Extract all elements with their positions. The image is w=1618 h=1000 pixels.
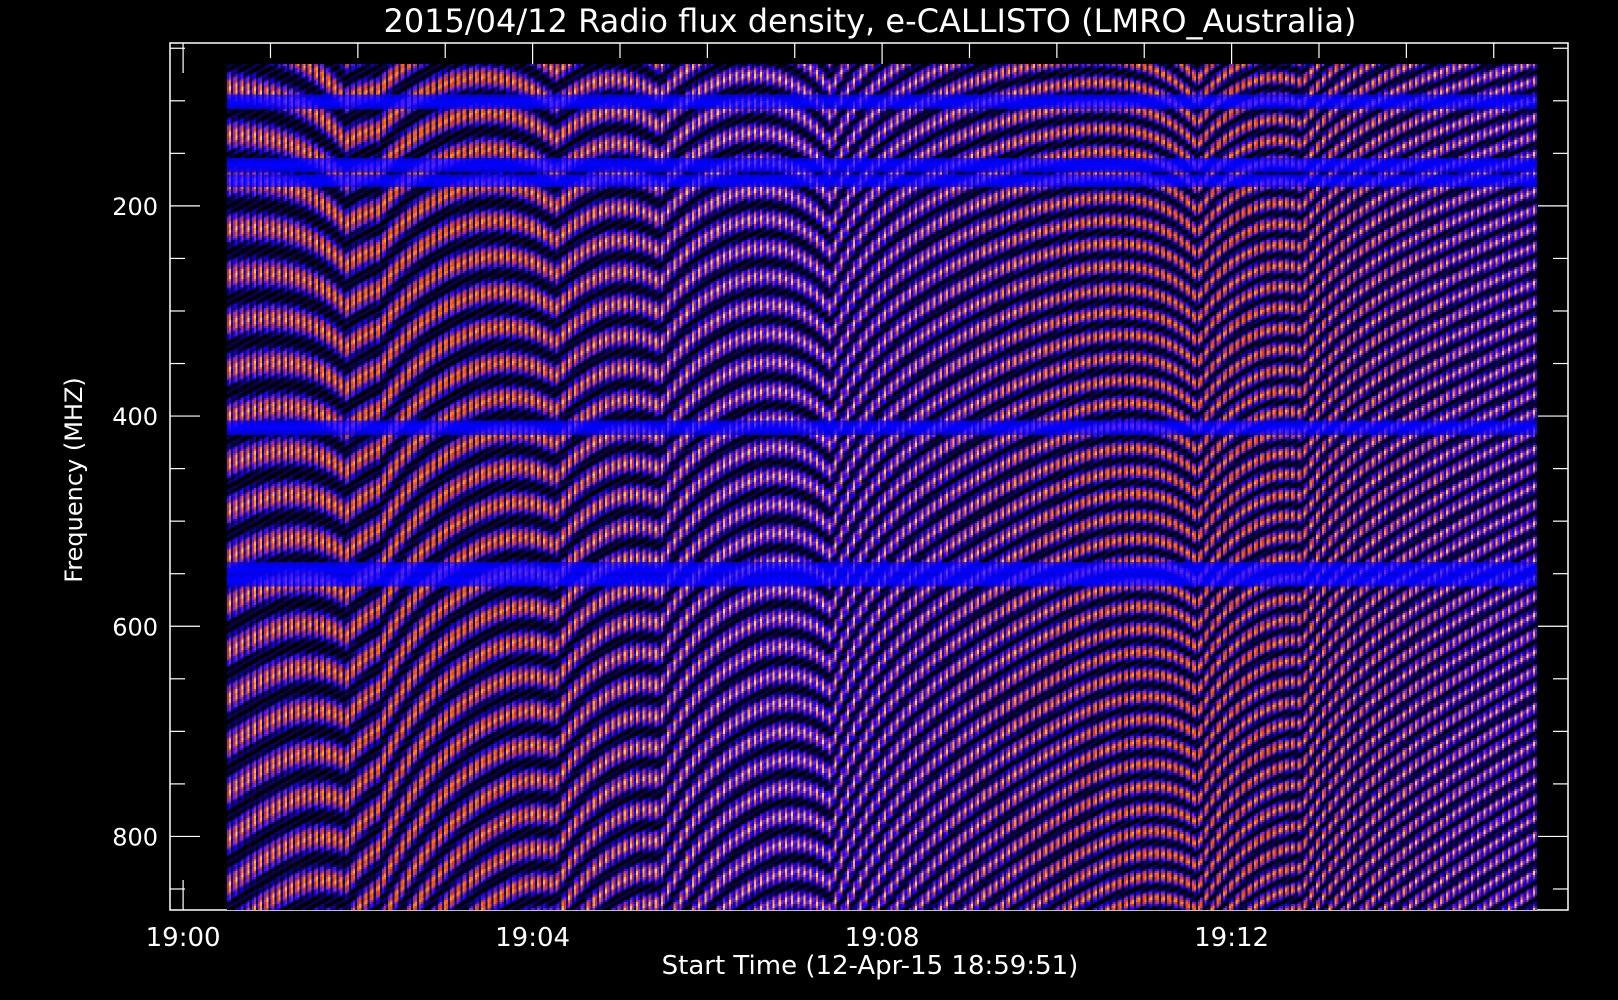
x-tick-label: 19:08 (845, 923, 920, 953)
x-axis-label: Start Time (12-Apr-15 18:59:51) (662, 951, 1079, 981)
x-tick-label: 19:00 (146, 923, 221, 953)
y-tick-label: 200 (112, 193, 158, 221)
y-tick-label: 600 (112, 613, 158, 641)
y-axis-label: Frequency (MHZ) (60, 377, 88, 583)
chart-title: 2015/04/12 Radio flux density, e-CALLIST… (383, 2, 1356, 40)
spectrogram-image (226, 64, 1538, 910)
x-tick-label: 19:12 (1194, 923, 1269, 953)
y-tick-label: 800 (112, 823, 158, 851)
y-tick-label: 400 (112, 403, 158, 431)
x-tick-label: 19:04 (495, 923, 570, 953)
